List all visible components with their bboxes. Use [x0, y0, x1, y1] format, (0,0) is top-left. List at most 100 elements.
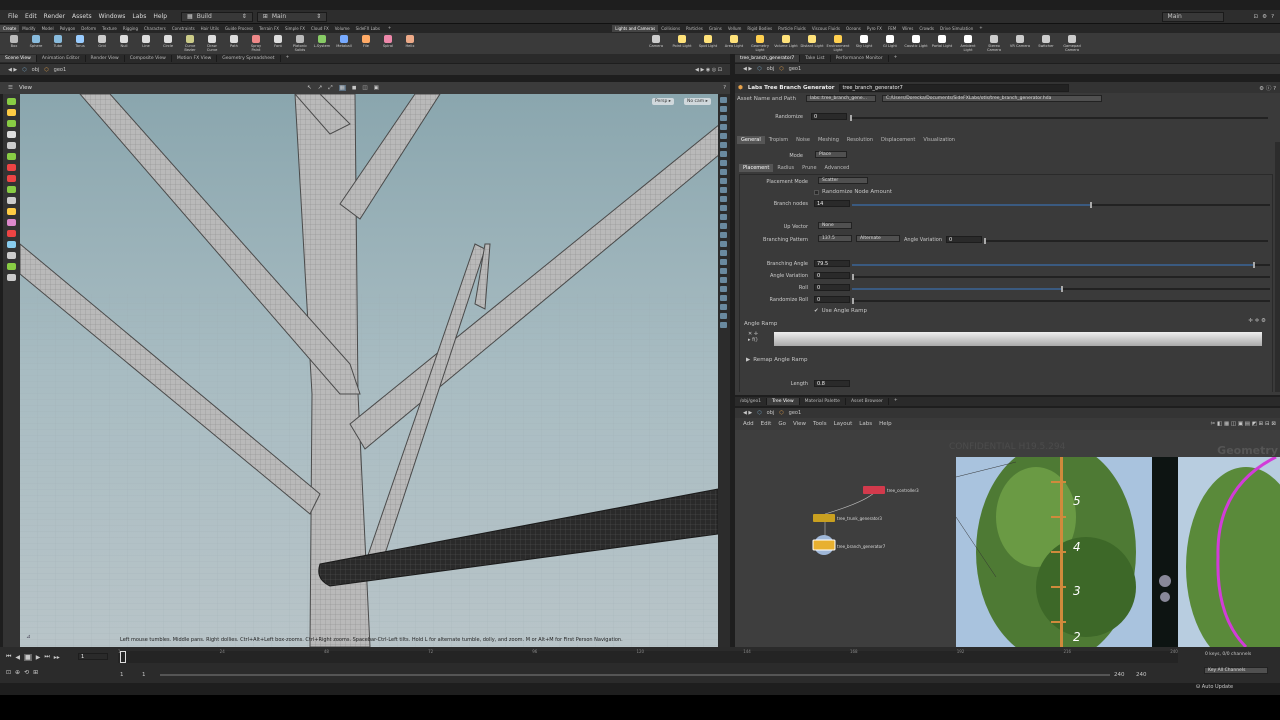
desktop-build-selector[interactable]: ▦ Build ⇕ — [181, 11, 253, 22]
tool-icon[interactable] — [7, 142, 16, 149]
shelf-tab[interactable]: Texture — [99, 25, 120, 32]
tool-icon[interactable] — [7, 109, 16, 116]
shelf-tool[interactable]: Spiral — [378, 33, 398, 54]
display-option-icon[interactable] — [720, 259, 727, 265]
step-icon[interactable]: ▸▸ — [54, 654, 60, 661]
shelf-tool[interactable]: Line — [136, 33, 156, 54]
display-option-icon[interactable] — [720, 160, 727, 166]
display-option-icon[interactable] — [720, 106, 727, 112]
shelf-tab[interactable]: Rigging — [120, 25, 141, 32]
shelf-tab[interactable]: Hair Utils — [198, 25, 222, 32]
range-slider[interactable] — [160, 674, 1110, 676]
shelf-tab[interactable]: FEM — [885, 25, 899, 32]
net-path-geo[interactable]: geo1 — [789, 410, 802, 416]
display-option-icon[interactable] — [720, 115, 727, 121]
length-field[interactable]: 0.8 — [814, 380, 850, 387]
display-option-icon[interactable] — [720, 133, 727, 139]
menu-item[interactable]: Edit — [25, 13, 37, 20]
branching-angle-field[interactable]: 79.5 — [814, 260, 850, 267]
network-tool-icons[interactable]: ✂ ◧ ▦ ◫ ▣ ▤ ◩ ⊞ ⊟ ⊠ — [1211, 421, 1276, 427]
render-icon[interactable]: ▣ — [374, 85, 379, 91]
shelf-tab[interactable]: Characters — [141, 25, 169, 32]
remap-angle-ramp-folder[interactable]: ▶ Remap Angle Ramp — [746, 357, 807, 363]
3d-viewport[interactable]: Left mouse tumbles. Middle pans. Right d… — [20, 94, 718, 647]
lock-icon[interactable]: ◫ — [362, 85, 367, 91]
network-menu-item[interactable]: Help — [879, 421, 892, 427]
range-start-frame[interactable]: 1 — [142, 672, 146, 678]
tool-icon[interactable] — [7, 186, 16, 193]
shelf-tab[interactable]: Drive Simulation — [937, 25, 976, 32]
node-name-field[interactable]: tree_branch_generator7 — [839, 83, 1070, 92]
shelf-tab[interactable]: Terrain FX — [256, 25, 282, 32]
display-option-icon[interactable] — [720, 205, 727, 211]
network-menu-item[interactable]: Edit — [761, 421, 772, 427]
range-end-frame[interactable]: 240 — [1114, 672, 1125, 678]
step-back-icon[interactable]: ◀ — [15, 654, 20, 661]
menu-item[interactable]: Help — [153, 13, 167, 20]
tool-icon[interactable] — [7, 241, 16, 248]
path-obj[interactable]: obj — [32, 67, 40, 73]
pane-tab[interactable]: tree_branch_generator7 — [735, 55, 801, 62]
shelf-tool[interactable]: Helix — [400, 33, 420, 54]
skip-end-icon[interactable]: ⏭ — [44, 653, 49, 661]
back-icon[interactable]: ◀ ▶ — [743, 410, 752, 416]
shelf-tab[interactable]: Viscous Fluids — [809, 25, 843, 32]
display-option-icon[interactable] — [720, 241, 727, 247]
param-tab[interactable]: Visualization — [919, 136, 959, 144]
path-geo[interactable]: geo1 — [54, 67, 67, 73]
param-tab[interactable]: Tropism — [765, 136, 792, 144]
display-option-icon[interactable] — [720, 286, 727, 292]
tool-icon[interactable] — [7, 197, 16, 204]
camera-menu[interactable]: No cam ▸ — [684, 98, 711, 105]
shelf-tool[interactable]: GI Light — [878, 33, 902, 54]
display-option-icon[interactable] — [720, 124, 727, 130]
tool-icon[interactable] — [7, 263, 16, 270]
perspective-menu[interactable]: Persp ▸ — [652, 98, 675, 105]
shelf-tool[interactable]: Spray Paint — [246, 33, 266, 54]
shelf-tab[interactable]: Particles — [683, 25, 706, 32]
back-icon[interactable]: ◀ ▶ — [743, 66, 752, 72]
angle-variation2-slider[interactable] — [852, 274, 1270, 280]
roll-slider[interactable] — [852, 286, 1270, 292]
display-option-icon[interactable] — [720, 97, 727, 103]
display-option-icon[interactable] — [720, 322, 727, 328]
shelf-tool[interactable]: Portal Light — [930, 33, 954, 54]
tool-icon[interactable] — [7, 153, 16, 160]
display-option-icon[interactable] — [720, 277, 727, 283]
shelf-tool[interactable]: Volume Light — [774, 33, 798, 54]
menu-item[interactable]: Render — [44, 13, 65, 20]
randomize-roll-slider[interactable] — [852, 298, 1270, 304]
display-option-icon[interactable] — [720, 169, 727, 175]
shelf-tab[interactable]: Create — [0, 25, 20, 32]
path-obj[interactable]: obj — [767, 66, 775, 72]
viewer-menu-icon[interactable]: ☰ — [8, 85, 13, 91]
shelf-tab[interactable]: Modify — [19, 25, 38, 32]
tool-icon[interactable] — [7, 252, 16, 259]
tool-icon[interactable] — [7, 208, 16, 215]
shelf-tool[interactable]: Point Light — [670, 33, 694, 54]
param-subtab[interactable]: Radius — [773, 164, 798, 172]
ramp-key-icons[interactable]: ✕ ✛ ▸ f() — [748, 331, 758, 343]
shelf-tool[interactable]: L-System — [312, 33, 332, 54]
randomize-field[interactable]: 0 — [811, 113, 847, 120]
help-icon[interactable]: ? — [1271, 14, 1274, 20]
menu-item[interactable]: Labs — [132, 13, 146, 20]
shelf-tool[interactable]: Switcher — [1034, 33, 1058, 54]
pane-tab[interactable]: Tree View — [767, 398, 800, 405]
shelf-tab[interactable]: Crowds — [916, 25, 937, 32]
handle-icon[interactable]: ⤢ — [328, 85, 332, 92]
shelf-tab[interactable]: Grains — [706, 25, 725, 32]
display-option-icon[interactable] — [720, 187, 727, 193]
param-subtab[interactable]: Advanced — [821, 164, 854, 172]
shelf-tab[interactable]: Particle Fluids — [775, 25, 809, 32]
display-option-icon[interactable] — [720, 304, 727, 310]
angle-variation-slider[interactable] — [984, 238, 1268, 244]
shelf-tool[interactable]: Null — [114, 33, 134, 54]
shelf-tool[interactable]: Distant Light — [800, 33, 824, 54]
pane-tab[interactable]: Take List — [800, 55, 831, 62]
shelf-tool[interactable]: Sky Light — [852, 33, 876, 54]
shelf-tool[interactable]: Tube — [48, 33, 68, 54]
shelf-tab[interactable]: Cloud FX — [308, 25, 332, 32]
end-frame[interactable]: 240 — [1136, 672, 1147, 678]
back-icon[interactable]: ◀ ▶ — [8, 67, 17, 73]
